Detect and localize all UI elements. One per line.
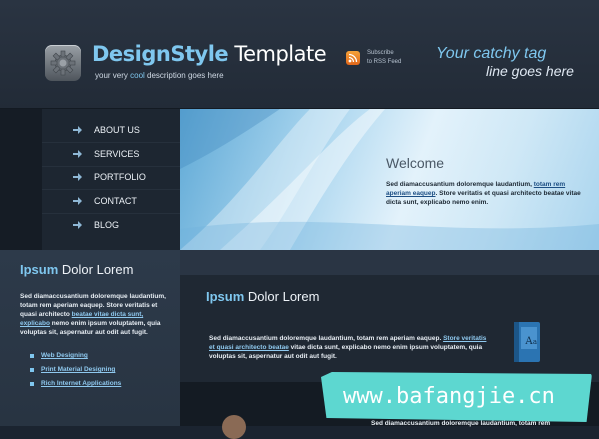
- nav-item-contact[interactable]: CONTACT: [42, 190, 180, 214]
- gear-icon: [45, 45, 81, 81]
- rss-label-line2: to RSS Feed: [367, 59, 402, 65]
- main-nav: ABOUT US SERVICES PORTFOLIO CONTACT BLOG: [42, 109, 180, 250]
- arrow-right-icon: [73, 126, 82, 134]
- main-section-text: Sed diamaccusantium doloremque laudantiu…: [209, 334, 489, 361]
- site-title[interactable]: DesignStyle Template: [92, 42, 327, 66]
- arrow-right-icon: [73, 173, 82, 181]
- watermark-banner: www.bafangjie.cn: [321, 372, 592, 422]
- nav-label: CONTACT: [94, 196, 137, 206]
- nav-label: BLOG: [94, 220, 120, 230]
- main-text-part: Sed diamaccusantium doloremque laudantiu…: [209, 335, 444, 342]
- arrow-right-icon: [73, 221, 82, 229]
- nav-label: PORTFOLIO: [94, 172, 146, 182]
- link-label[interactable]: Print Material Designing: [41, 366, 115, 373]
- welcome-heading: Welcome: [386, 155, 445, 171]
- svg-text:a: a: [533, 338, 537, 346]
- nav-label: ABOUT US: [94, 125, 140, 135]
- rss-icon[interactable]: [346, 51, 360, 65]
- rss-subscribe-link[interactable]: Subscribe to RSS Feed: [367, 49, 427, 67]
- welcome-text: Sed diamaccusantium doloremque laudantiu…: [386, 180, 586, 207]
- bullet-icon: [30, 354, 34, 358]
- nav-item-about[interactable]: ABOUT US: [42, 119, 180, 143]
- rss-label-line1: Subscribe: [367, 50, 394, 56]
- catchy-tagline-2: line goes here: [486, 63, 574, 79]
- nav-item-blog[interactable]: BLOG: [42, 214, 180, 237]
- main-section-heading: Ipsum Dolor Lorem: [206, 289, 320, 304]
- link-label[interactable]: Web Designing: [41, 352, 88, 359]
- book-icon: A a: [514, 322, 540, 362]
- avatar: [222, 415, 246, 439]
- welcome-text-part: Sed diamaccusantium doloremque laudantiu…: [386, 181, 534, 188]
- nav-item-services[interactable]: SERVICES: [42, 143, 180, 167]
- nav-item-portfolio[interactable]: PORTFOLIO: [42, 166, 180, 190]
- watermark-text: www.bafangjie.cn: [343, 384, 555, 409]
- left-section-heading: Ipsum Dolor Lorem: [20, 262, 134, 277]
- nav-label: SERVICES: [94, 149, 140, 159]
- catchy-tagline-1: Your catchy tag: [436, 45, 547, 62]
- bullet-icon: [30, 368, 34, 372]
- link-label[interactable]: Rich Internet Applications: [41, 380, 121, 387]
- section-divider: [180, 250, 599, 275]
- site-tagline: your very cool description goes here: [95, 71, 224, 80]
- nav-spacer: [0, 109, 42, 250]
- arrow-right-icon: [73, 197, 82, 205]
- bullet-icon: [30, 382, 34, 386]
- left-section-text: Sed diamaccusantium doloremque laudantiu…: [20, 292, 170, 337]
- arrow-right-icon: [73, 150, 82, 158]
